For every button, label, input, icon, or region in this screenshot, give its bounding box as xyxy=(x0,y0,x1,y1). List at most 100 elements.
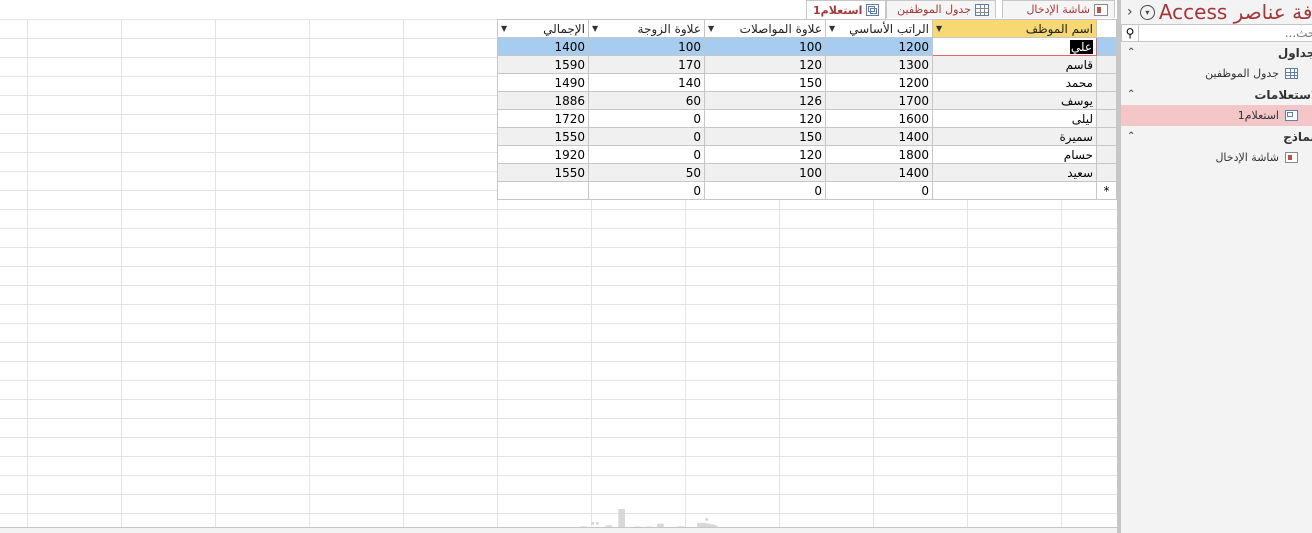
column-header-total[interactable]: ▼ الإجمالي xyxy=(497,19,589,38)
total-cell[interactable]: 1590 xyxy=(497,55,589,74)
basic-salary-cell[interactable]: 1400 xyxy=(825,163,933,182)
nav-pane-header[interactable]: كافة عناصر Access ▾ ‹ xyxy=(1121,0,1312,24)
navigation-pane: كافة عناصر Access ▾ ‹ ⚲ الجداول ⌃ جدول الم… xyxy=(1117,0,1312,533)
basic-salary-cell[interactable]: 1300 xyxy=(825,55,933,74)
table-row[interactable]: 1550 0 150 1400 سميرة xyxy=(497,127,1117,146)
table-icon xyxy=(1285,68,1298,79)
wife-allowance-cell[interactable]: 50 xyxy=(588,163,705,182)
new-transport-allowance-cell[interactable]: 0 xyxy=(704,181,826,200)
total-cell[interactable]: 1550 xyxy=(497,127,589,146)
new-record-marker[interactable]: * xyxy=(1096,181,1117,200)
table-row[interactable]: 1550 50 100 1400 سعيد xyxy=(497,163,1117,182)
table-row[interactable]: 1886 60 126 1700 يوسف xyxy=(497,91,1117,110)
nav-search-input[interactable] xyxy=(1139,25,1312,41)
employee-name-cell[interactable]: قاسم xyxy=(932,55,1097,74)
total-cell[interactable]: 1550 xyxy=(497,163,589,182)
row-selector[interactable] xyxy=(1096,91,1117,110)
new-record-row[interactable]: 0 0 0 * xyxy=(497,181,1117,200)
wife-allowance-cell[interactable]: 170 xyxy=(588,55,705,74)
new-total-cell[interactable] xyxy=(497,181,589,200)
employee-name-cell[interactable]: محمد xyxy=(932,73,1097,92)
chevron-up-icon[interactable]: ⌃ xyxy=(1127,131,1135,142)
wife-allowance-cell[interactable]: 0 xyxy=(588,145,705,164)
transport-allowance-cell[interactable]: 150 xyxy=(704,127,826,146)
column-header-basic-salary[interactable]: ▼ الراتب الأساسي xyxy=(825,19,933,38)
nav-group-label: الجداول xyxy=(1277,45,1312,60)
employee-name-cell[interactable]: علي xyxy=(932,37,1097,56)
row-selector[interactable] xyxy=(1096,145,1117,164)
transport-allowance-cell[interactable]: 150 xyxy=(704,73,826,92)
basic-salary-cell[interactable]: 1700 xyxy=(825,91,933,110)
transport-allowance-cell[interactable]: 120 xyxy=(704,55,826,74)
chevron-up-icon[interactable]: ⌃ xyxy=(1127,89,1135,100)
new-wife-allowance-cell[interactable]: 0 xyxy=(588,181,705,200)
table-row[interactable]: 1590 170 120 1300 قاسم xyxy=(497,55,1117,74)
total-cell[interactable]: 1400 xyxy=(497,37,589,56)
nav-group-queries[interactable]: الاستعلامات ⌃ xyxy=(1121,84,1312,105)
row-selector[interactable] xyxy=(1096,73,1117,92)
wife-allowance-cell[interactable]: 60 xyxy=(588,91,705,110)
basic-salary-cell[interactable]: 1200 xyxy=(825,73,933,92)
column-header-transport-allowance[interactable]: ▼ علاوة المواصلات xyxy=(704,19,826,38)
dropdown-arrow-icon[interactable]: ▼ xyxy=(501,24,507,33)
wife-allowance-cell[interactable]: 0 xyxy=(588,109,705,128)
new-basic-salary-cell[interactable]: 0 xyxy=(825,181,933,200)
nav-group-tables[interactable]: الجداول ⌃ xyxy=(1121,42,1312,63)
employee-name-cell[interactable]: حسام xyxy=(932,145,1097,164)
total-cell[interactable]: 1886 xyxy=(497,91,589,110)
document-tab-bar: استعلام1 جدول الموظفين شاشة الإدخال xyxy=(0,0,1117,20)
row-selector[interactable] xyxy=(1096,37,1117,56)
select-all-corner[interactable] xyxy=(1096,19,1117,38)
column-header-wife-allowance[interactable]: ▼ علاوة الزوجة xyxy=(588,19,705,38)
nav-group-forms[interactable]: النماذج ⌃ xyxy=(1121,126,1312,147)
total-cell[interactable]: 1920 xyxy=(497,145,589,164)
row-selector[interactable] xyxy=(1096,109,1117,128)
total-cell[interactable]: 1720 xyxy=(497,109,589,128)
wife-allowance-cell[interactable]: 0 xyxy=(588,127,705,146)
tab-query1[interactable]: استعلام1 xyxy=(806,0,886,19)
basic-salary-cell[interactable]: 1600 xyxy=(825,109,933,128)
nav-item-queries-0[interactable]: استعلام1 xyxy=(1121,105,1312,126)
nav-menu-icon[interactable]: ▾ xyxy=(1139,4,1155,20)
transport-allowance-cell[interactable]: 100 xyxy=(704,163,826,182)
basic-salary-cell[interactable]: 1400 xyxy=(825,127,933,146)
chevron-up-icon[interactable]: ⌃ xyxy=(1127,47,1135,58)
dropdown-arrow-icon[interactable]: ▼ xyxy=(829,24,835,33)
wife-allowance-cell[interactable]: 100 xyxy=(588,37,705,56)
dropdown-arrow-icon[interactable]: ▼ xyxy=(936,24,942,33)
dropdown-arrow-icon[interactable]: ▼ xyxy=(708,24,714,33)
transport-allowance-cell[interactable]: 126 xyxy=(704,91,826,110)
dropdown-arrow-icon[interactable]: ▼ xyxy=(592,24,598,33)
table-row[interactable]: 1400 100 100 1200 علي xyxy=(497,37,1117,56)
transport-allowance-cell[interactable]: 100 xyxy=(704,37,826,56)
search-icon[interactable]: ⚲ xyxy=(1122,25,1139,41)
nav-group-label: الاستعلامات xyxy=(1254,87,1312,102)
new-employee-name-cell[interactable] xyxy=(932,181,1097,200)
employee-name-cell[interactable]: سميرة xyxy=(932,127,1097,146)
tab-entry-form[interactable]: شاشة الإدخال xyxy=(1002,0,1115,18)
row-selector[interactable] xyxy=(1096,163,1117,182)
column-header-employee-name[interactable]: ▼ اسم الموظف xyxy=(932,19,1097,38)
employee-name-cell[interactable]: سعيد xyxy=(932,163,1097,182)
total-cell[interactable]: 1490 xyxy=(497,73,589,92)
tab-employees-table[interactable]: جدول الموظفين xyxy=(886,0,996,18)
transport-allowance-cell[interactable]: 120 xyxy=(704,109,826,128)
table-row[interactable]: 1920 0 120 1800 حسام xyxy=(497,145,1117,164)
nav-item-forms-0[interactable]: شاشة الإدخال xyxy=(1121,147,1312,168)
wife-allowance-cell[interactable]: 140 xyxy=(588,73,705,92)
tab-query1-label: استعلام1 xyxy=(813,3,863,17)
table-icon xyxy=(975,3,989,16)
nav-item-tables-0[interactable]: جدول الموظفين xyxy=(1121,63,1312,84)
nav-item-label: شاشة الإدخال xyxy=(1215,151,1279,164)
employee-name-cell[interactable]: يوسف xyxy=(932,91,1097,110)
row-selector[interactable] xyxy=(1096,55,1117,74)
table-row[interactable]: 1720 0 120 1600 ليلى xyxy=(497,109,1117,128)
row-selector[interactable] xyxy=(1096,127,1117,146)
transport-allowance-cell[interactable]: 120 xyxy=(704,145,826,164)
collapse-pane-icon[interactable]: ‹ xyxy=(1121,4,1133,20)
table-row[interactable]: 1490 140 150 1200 محمد xyxy=(497,73,1117,92)
basic-salary-cell[interactable]: 1200 xyxy=(825,37,933,56)
selected-text: علي xyxy=(1069,39,1093,54)
basic-salary-cell[interactable]: 1800 xyxy=(825,145,933,164)
employee-name-cell[interactable]: ليلى xyxy=(932,109,1097,128)
